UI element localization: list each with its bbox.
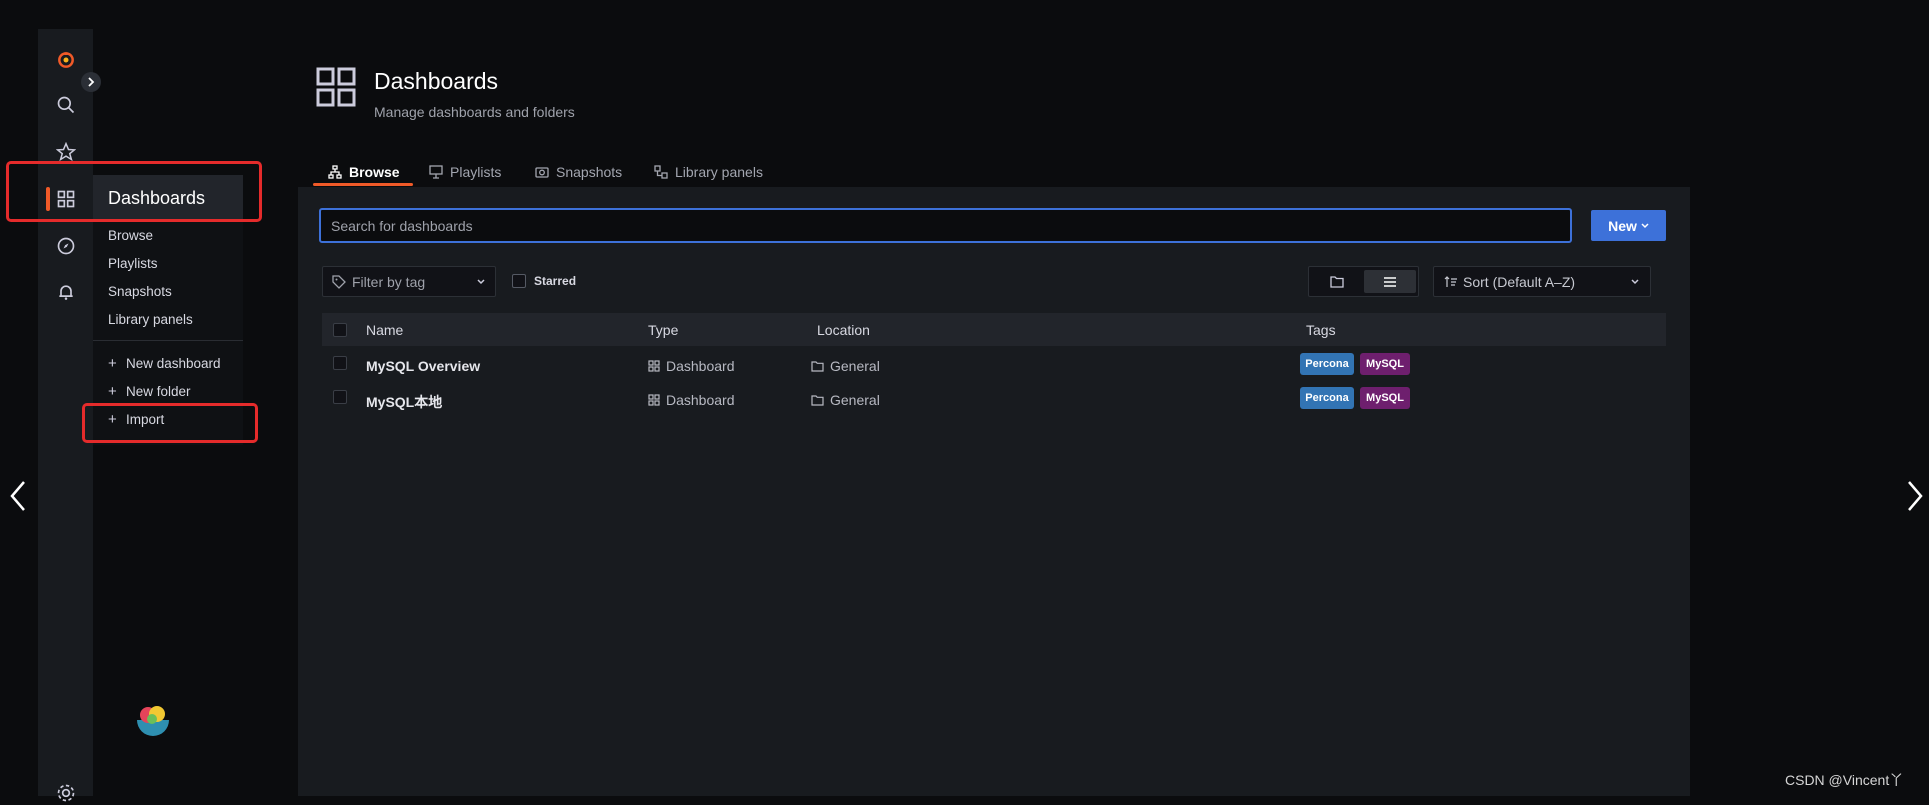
page-title: Dashboards [374, 68, 499, 94]
new-folder-label: New folder [126, 384, 191, 399]
tab-playlists[interactable]: Playlists [429, 158, 501, 186]
chevron-right-icon [88, 77, 95, 87]
chevron-down-icon [1631, 278, 1639, 284]
folder-icon [811, 360, 824, 372]
grafana-logo-icon[interactable] [54, 48, 78, 72]
tab-library-panels[interactable]: Library panels [654, 158, 763, 186]
table-header: Name Type Location Tags [322, 313, 1666, 346]
alert-bell-icon[interactable] [54, 280, 78, 304]
select-all-checkbox[interactable] [333, 323, 347, 337]
filter-by-tag-placeholder: Filter by tag [352, 273, 426, 290]
tab-snapshots[interactable]: Snapshots [535, 158, 622, 186]
new-button[interactable]: New [1591, 210, 1666, 241]
folder-icon [1329, 275, 1344, 288]
flyout-item-snapshots[interactable]: Snapshots [108, 284, 172, 299]
type-label: Dashboard [666, 358, 735, 374]
highlight-box-dashboards [6, 161, 262, 222]
type-cell: Dashboard [648, 358, 735, 374]
row-checkbox[interactable] [333, 390, 347, 404]
search-icon[interactable] [54, 93, 78, 117]
new-dashboard-action[interactable]: + New dashboard [108, 355, 221, 372]
sort-select[interactable]: Sort (Default A–Z) [1433, 266, 1651, 297]
tab-snapshots-label: Snapshots [556, 164, 623, 180]
location-cell: General [811, 358, 880, 374]
explore-icon[interactable] [54, 234, 78, 258]
filter-by-tag-select[interactable]: Filter by tag [322, 266, 496, 297]
location-label: General [830, 358, 880, 374]
tag-percona[interactable]: Percona [1300, 387, 1354, 409]
new-dashboard-label: New dashboard [126, 356, 221, 371]
table-row[interactable]: MySQL Overview Dashboard General Percona… [322, 348, 1666, 382]
flyout-item-playlists[interactable]: Playlists [108, 256, 158, 271]
type-label: Dashboard [666, 392, 735, 408]
dashboard-icon [648, 394, 660, 406]
tag-mysql[interactable]: MySQL [1360, 387, 1410, 409]
column-header-type[interactable]: Type [648, 322, 678, 338]
sort-icon [1444, 275, 1457, 287]
plus-icon: + [108, 383, 117, 400]
folder-icon [811, 394, 824, 406]
dashboard-icon [648, 360, 660, 372]
dashboard-name-link[interactable]: MySQL本地 [366, 392, 442, 412]
flyout-item-browse[interactable]: Browse [108, 228, 153, 243]
location-label: General [830, 392, 880, 408]
column-header-location[interactable]: Location [817, 322, 870, 338]
next-image-arrow-icon[interactable] [1903, 478, 1927, 514]
active-tab-underline [313, 183, 413, 186]
gear-icon[interactable] [54, 781, 78, 805]
location-cell: General [811, 392, 880, 408]
avatar [133, 702, 173, 742]
sort-label: Sort (Default A–Z) [1463, 273, 1576, 290]
new-folder-action[interactable]: + New folder [108, 383, 191, 400]
flyout-item-library-panels[interactable]: Library panels [108, 312, 193, 327]
watermark: CSDN @Vincent丫 [1785, 772, 1904, 788]
flyout-divider [93, 340, 243, 341]
type-cell: Dashboard [648, 392, 735, 408]
starred-checkbox[interactable] [512, 274, 526, 288]
expand-sidebar-button[interactable] [81, 72, 101, 92]
tag-mysql[interactable]: MySQL [1360, 353, 1410, 375]
previous-image-arrow-icon[interactable] [6, 478, 30, 514]
column-header-tags[interactable]: Tags [1306, 322, 1336, 338]
tag-percona[interactable]: Percona [1300, 353, 1354, 375]
dashboards-page-icon [316, 67, 356, 107]
presentation-icon [429, 165, 443, 179]
chevron-down-icon [477, 278, 485, 284]
row-checkbox[interactable] [333, 356, 347, 370]
sitemap-icon [328, 165, 342, 179]
table-row[interactable]: MySQL本地 Dashboard General Percona MySQL [322, 382, 1666, 416]
camera-icon [535, 167, 549, 178]
column-header-name[interactable]: Name [366, 322, 403, 338]
tab-browse-label: Browse [349, 164, 400, 180]
page-subtitle: Manage dashboards and folders [374, 104, 575, 120]
new-button-label: New [1608, 217, 1637, 234]
list-view-button[interactable] [1364, 270, 1416, 293]
tab-library-panels-label: Library panels [675, 164, 763, 180]
list-icon [1384, 276, 1396, 287]
starred-label[interactable]: Starred [534, 274, 576, 288]
view-mode-toggle [1308, 266, 1419, 297]
library-panels-icon [654, 165, 668, 179]
tab-playlists-label: Playlists [450, 164, 502, 180]
tag-icon [332, 274, 346, 289]
highlight-box-import [82, 403, 258, 443]
tab-browse[interactable]: Browse [328, 158, 400, 186]
plus-icon: + [108, 355, 117, 372]
search-input[interactable] [319, 208, 1572, 243]
folder-view-button[interactable] [1309, 267, 1364, 296]
chevron-down-icon [1641, 222, 1649, 228]
dashboard-name-link[interactable]: MySQL Overview [366, 358, 480, 374]
